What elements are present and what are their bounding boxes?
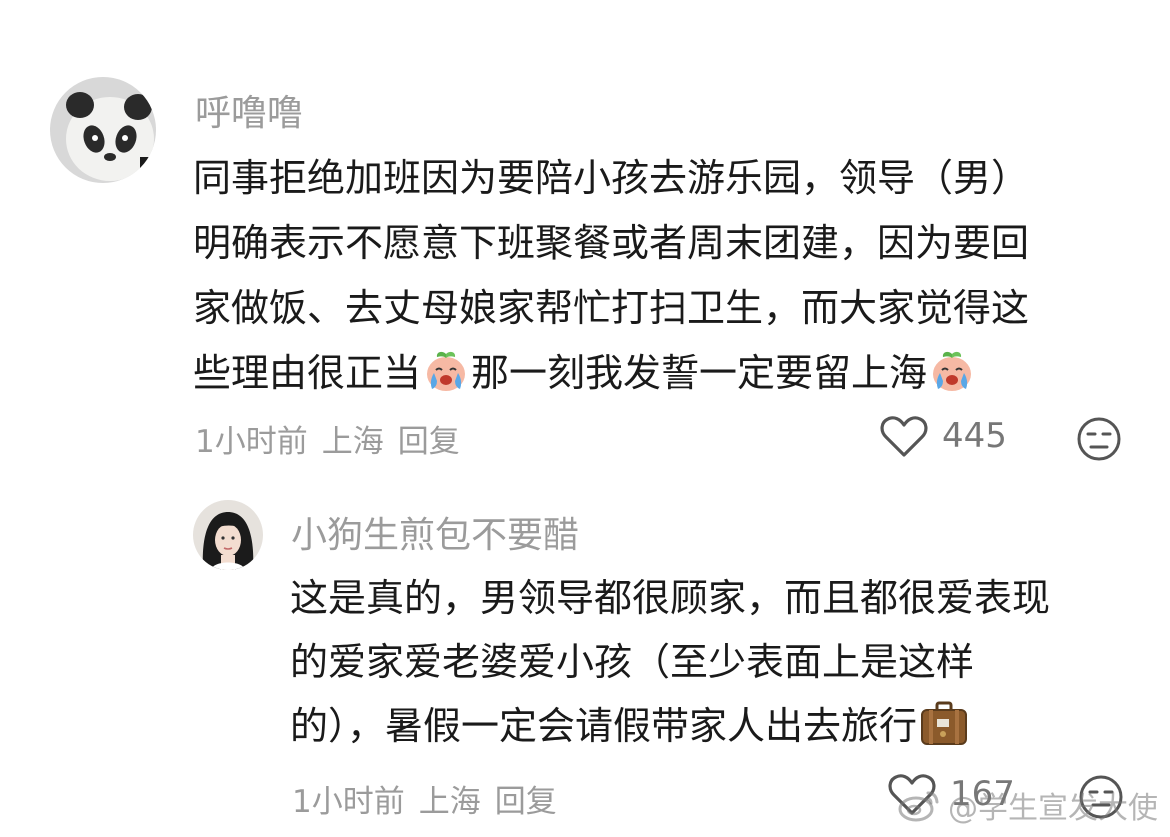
crying-peach-emoji — [929, 348, 975, 414]
comment-text-segment: 的），暑假一定会请假带家人出去旅行 — [290, 704, 918, 748]
comment-line: 同事拒绝加班因为要陪小孩去游乐园，领导（男） — [193, 156, 1030, 200]
avatar[interactable] — [50, 77, 156, 183]
comment-text-segment: 那一刻我发誓一定要留上海 — [471, 351, 928, 395]
avatar[interactable] — [193, 500, 263, 570]
comment-line: 的爱家爱老婆爱小孩（至少表面上是这样 — [290, 640, 975, 684]
reply-button[interactable]: 回复 — [495, 784, 557, 820]
location: 上海 — [321, 424, 384, 460]
weibo-logo-icon — [898, 791, 939, 822]
comment-line: 些理由很正当 那一刻我发誓一定要留上海 — [193, 341, 1029, 414]
comment-thread: 呼噜噜 同事拒绝加班因为要陪小孩去游乐园，领导（男） 明确表示不愿意下班聚餐或者… — [0, 0, 1170, 837]
like-button[interactable]: 445 — [880, 414, 1007, 458]
comment-text-segment: 些理由很正当 — [193, 351, 422, 395]
comment-item: 呼噜噜 同事拒绝加班因为要陪小孩去游乐园，领导（男） 明确表示不愿意下班聚餐或者… — [0, 0, 1170, 470]
timestamp: 1小时前 — [195, 424, 308, 460]
dislike-button[interactable] — [1076, 416, 1122, 466]
watermark-text: @学生宣发大使 — [948, 791, 1158, 826]
reply-button[interactable]: 回复 — [398, 424, 460, 460]
meh-face-icon — [1077, 417, 1121, 461]
like-count: 445 — [942, 416, 1007, 456]
comment-meta: 1小时前 上海 回复 — [292, 776, 571, 821]
comment-meta: 1小时前 上海 回复 — [195, 416, 474, 461]
comment-text: 这是真的，男领导都很顾家，而且都很爱表现 的爱家爱老婆爱小孩（至少表面上是这样 … — [290, 566, 1050, 766]
comment-line: 的），暑假一定会请假带家人出去旅行 — [290, 694, 1050, 766]
heart-outline-icon — [880, 416, 928, 457]
comment-line: 明确表示不愿意下班聚餐或者周末团建，因为要回 — [193, 221, 1030, 265]
watermark: @学生宣发大使 — [898, 783, 1158, 827]
timestamp: 1小时前 — [292, 784, 405, 820]
reply-item: 小狗生煎包不要醋 这是真的，男领导都很顾家，而且都很爱表现 的爱家爱老婆爱小孩（… — [0, 470, 1170, 837]
suitcase-emoji — [919, 701, 969, 766]
comment-text: 同事拒绝加班因为要陪小孩去游乐园，领导（男） 明确表示不愿意下班聚餐或者周末团建… — [193, 146, 1029, 414]
comment-line: 这是真的，男领导都很顾家，而且都很爱表现 — [290, 576, 1051, 620]
location: 上海 — [418, 784, 481, 820]
comment-line: 家做饭、去丈母娘家帮忙打扫卫生，而大家觉得这 — [193, 286, 1030, 330]
username[interactable]: 呼噜噜 — [195, 84, 303, 136]
crying-peach-emoji — [423, 348, 469, 414]
username[interactable]: 小狗生煎包不要醋 — [291, 506, 579, 558]
